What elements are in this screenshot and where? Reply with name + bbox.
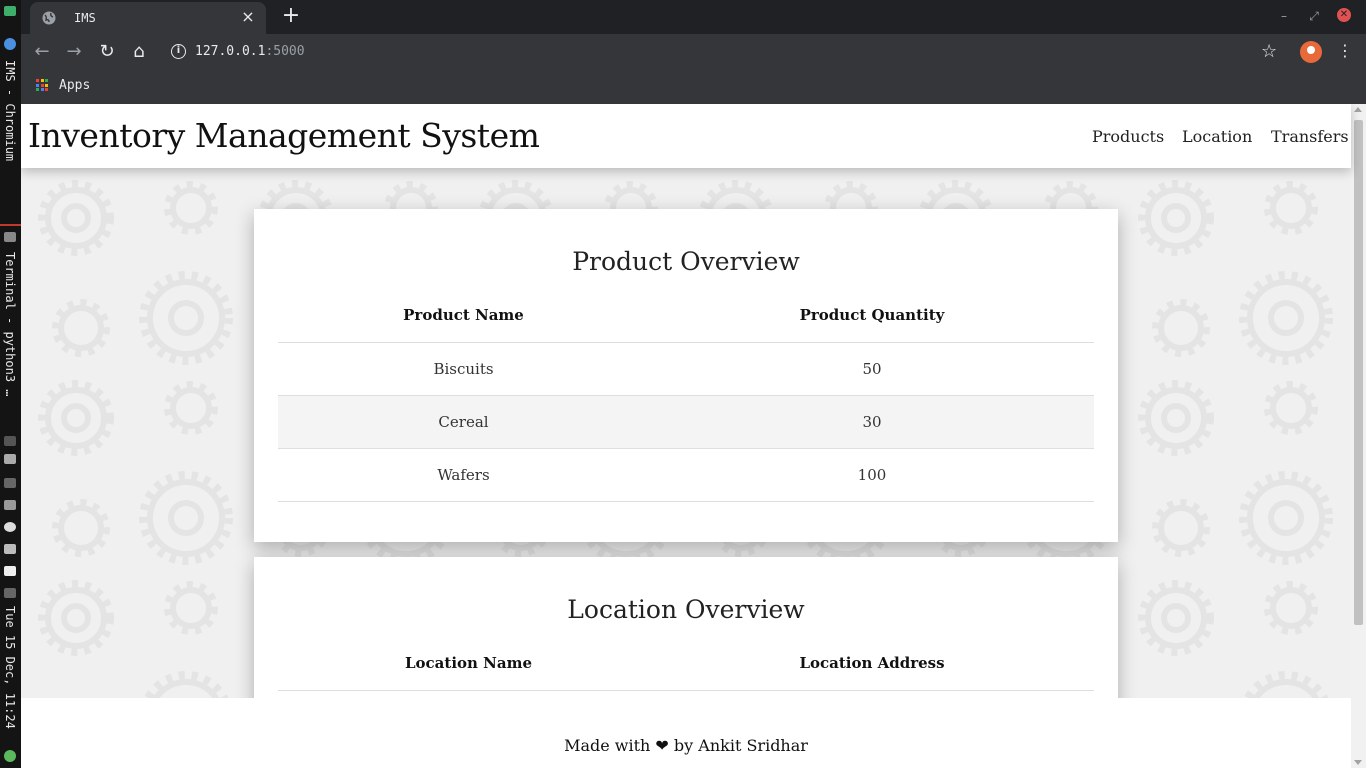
product-quantity-cell: 100 xyxy=(857,466,887,484)
clock[interactable]: Tue 15 Dec, 11:24 xyxy=(2,606,18,729)
tray-icon[interactable] xyxy=(4,436,16,446)
site-header: Inventory Management System Products Loc… xyxy=(21,104,1351,168)
column-header-product-name: Product Name xyxy=(403,306,524,324)
nav-transfers[interactable]: Transfers xyxy=(1271,127,1349,146)
tab-close-icon[interactable]: × xyxy=(240,9,256,25)
app-launcher-icon[interactable] xyxy=(4,6,16,16)
bookmark-apps[interactable]: Apps xyxy=(59,78,90,93)
status-icon[interactable] xyxy=(4,750,16,762)
nav-products[interactable]: Products xyxy=(1092,127,1164,146)
chromium-icon[interactable] xyxy=(4,38,16,50)
apps-grid-icon[interactable] xyxy=(36,79,48,91)
window-close-icon[interactable]: ✕ xyxy=(1337,8,1351,22)
column-header-product-quantity: Product Quantity xyxy=(799,306,945,324)
product-overview-heading: Product Overview xyxy=(572,247,800,276)
tab-bar: IMS × + – ⤢ ✕ xyxy=(21,0,1366,34)
column-header-location-address: Location Address xyxy=(799,654,945,672)
tab-ims[interactable]: IMS × xyxy=(30,2,266,34)
os-side-panel: IMS - Chromium Terminal - python3 … Tue … xyxy=(0,0,21,768)
globe-icon xyxy=(42,11,56,25)
clipboard-icon[interactable] xyxy=(4,500,16,510)
url-host: 127.0.0.1 xyxy=(195,44,266,59)
site-info-icon[interactable]: i xyxy=(171,44,186,59)
product-quantity-cell: 50 xyxy=(862,360,882,378)
profile-avatar[interactable] xyxy=(1300,41,1322,63)
terminal-icon[interactable] xyxy=(4,232,16,242)
security-icon[interactable] xyxy=(4,522,16,532)
reload-icon[interactable]: ↻ xyxy=(97,42,117,62)
volume-icon[interactable] xyxy=(4,588,16,598)
window-label-terminal[interactable]: Terminal - python3 … xyxy=(2,252,18,397)
table-row: Cereal 30 xyxy=(278,396,1094,449)
scroll-up-arrow-icon[interactable] xyxy=(1354,107,1362,112)
url-port: :5000 xyxy=(265,44,305,59)
home-icon[interactable]: ⌂ xyxy=(129,42,149,62)
attachment-icon[interactable] xyxy=(4,544,16,554)
footer-credit: Made with ❤ by Ankit Sridhar xyxy=(564,736,808,755)
maximize-icon[interactable]: ⤢ xyxy=(1306,8,1322,24)
product-name-cell: Biscuits xyxy=(433,360,494,378)
product-table: Product Name Product Quantity Biscuits 5… xyxy=(278,289,1094,502)
table-row: Biscuits 50 xyxy=(278,343,1094,396)
product-quantity-cell: 30 xyxy=(862,413,882,431)
page-viewport: Inventory Management System Products Loc… xyxy=(21,104,1366,768)
product-name-cell: Cereal xyxy=(438,413,489,431)
site-title[interactable]: Inventory Management System xyxy=(28,116,540,155)
column-header-location-name: Location Name xyxy=(404,654,532,672)
table-row: Wafers 100 xyxy=(278,449,1094,502)
browser-toolbar: ← → ↻ ⌂ i 127.0.0.1:5000 ☆ ⋮ xyxy=(21,34,1366,70)
product-table-header: Product Name Product Quantity xyxy=(278,289,1094,343)
bookmark-star-icon[interactable]: ☆ xyxy=(1261,41,1277,62)
wifi-icon[interactable] xyxy=(4,566,16,576)
active-window-indicator xyxy=(0,224,21,226)
forward-icon[interactable]: → xyxy=(64,42,84,62)
bookmarks-bar: Apps xyxy=(21,70,1366,104)
page-scrollbar[interactable] xyxy=(1351,104,1366,768)
keyboard-icon[interactable] xyxy=(4,454,16,464)
location-table-header: Location Name Location Address xyxy=(278,637,1094,691)
network-icon[interactable] xyxy=(4,478,16,488)
new-tab-button[interactable]: + xyxy=(279,5,303,27)
window-label-chromium[interactable]: IMS - Chromium xyxy=(2,60,18,161)
product-overview-card: Product Overview Product Name Product Qu… xyxy=(254,209,1118,542)
location-overview-card: Location Overview Location Name Location… xyxy=(254,557,1118,717)
address-bar[interactable]: 127.0.0.1:5000 xyxy=(195,44,305,59)
nav-location[interactable]: Location xyxy=(1182,127,1252,146)
browser-menu-icon[interactable]: ⋮ xyxy=(1337,41,1353,61)
site-footer: Made with ❤ by Ankit Sridhar xyxy=(21,698,1351,768)
tab-title: IMS xyxy=(74,11,96,25)
scroll-down-arrow-icon[interactable] xyxy=(1354,760,1362,765)
minimize-icon[interactable]: – xyxy=(1276,8,1292,24)
back-icon[interactable]: ← xyxy=(32,42,52,62)
scrollbar-thumb[interactable] xyxy=(1354,120,1363,625)
location-table: Location Name Location Address xyxy=(278,637,1094,691)
product-name-cell: Wafers xyxy=(437,466,490,484)
location-overview-heading: Location Overview xyxy=(567,595,805,624)
